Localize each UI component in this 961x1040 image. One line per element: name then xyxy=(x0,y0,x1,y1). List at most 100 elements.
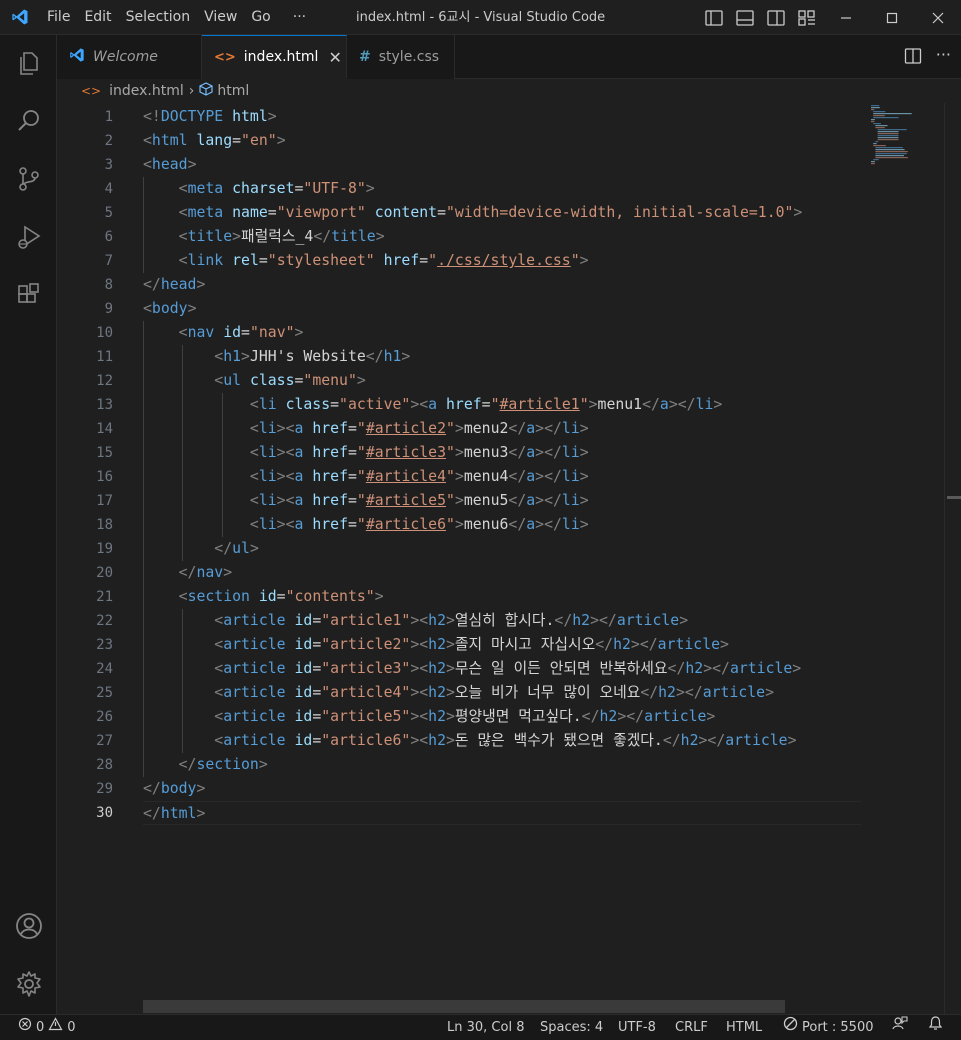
line-number: 3 xyxy=(104,157,113,173)
menu-file[interactable]: File xyxy=(40,0,77,35)
line-number: 10 xyxy=(96,325,113,341)
no-entry-icon xyxy=(783,1015,798,1040)
code-line[interactable]: <li><a href="#article6">menu6</a></li> xyxy=(143,513,861,537)
code-line[interactable]: <li><a href="#article2">menu2</a></li> xyxy=(143,417,861,441)
minimap-line xyxy=(875,149,905,151)
scroll-thumb[interactable] xyxy=(947,496,961,499)
breadcrumb-symbol[interactable]: html xyxy=(217,83,249,99)
code-line[interactable]: <li><a href="#article5">menu5</a></li> xyxy=(143,489,861,513)
line-number: 7 xyxy=(104,253,113,269)
code-line[interactable]: <body> xyxy=(143,297,861,321)
menu-edit[interactable]: Edit xyxy=(77,0,118,35)
minimap-line xyxy=(873,111,886,113)
toggle-secondary-sidebar-icon[interactable] xyxy=(766,8,786,28)
menu-go[interactable]: Go xyxy=(244,0,277,35)
code-line[interactable]: <!DOCTYPE html> xyxy=(143,105,861,129)
code-line[interactable]: <nav id="nav"> xyxy=(143,321,861,345)
indentation[interactable]: Spaces: 4 xyxy=(540,1015,603,1040)
line-number: 16 xyxy=(96,469,113,485)
minimap-line xyxy=(873,145,886,147)
source-control-icon[interactable] xyxy=(0,155,57,203)
code-editor[interactable]: 1 2 3 4 5 6 7 8 9 10 11 12 13 14 15 16 17 18 19 20 21 22 23 24 2… xyxy=(57,103,961,1014)
minimap-line xyxy=(877,131,899,133)
code-line[interactable]: <article id="article6"><h2>돈 많은 백수가 됐으면 … xyxy=(143,729,861,753)
menu-view[interactable]: View xyxy=(197,0,244,35)
notifications-bell-icon[interactable] xyxy=(928,1015,943,1031)
code-line[interactable]: <article id="article4"><h2>오늘 비가 너무 많이 오… xyxy=(143,681,861,705)
code-line[interactable]: </section> xyxy=(143,753,861,777)
code-line[interactable]: <meta name="viewport" content="width=dev… xyxy=(143,201,861,225)
code-line[interactable]: <article id="article5"><h2>평양냉면 먹고싶다.</h… xyxy=(143,705,861,729)
feedback-icon[interactable] xyxy=(892,1015,908,1031)
minimap[interactable] xyxy=(869,103,944,173)
accounts-icon[interactable] xyxy=(0,902,57,950)
code-line[interactable]: </head> xyxy=(143,273,861,297)
menu-more[interactable]: ··· xyxy=(286,0,313,35)
minimap-line xyxy=(875,151,908,153)
code-line[interactable]: <link rel="stylesheet" href="./css/style… xyxy=(143,249,861,273)
status-bar: 0 0 Ln 30, Col 8 Spaces: 4 UTF-8 CRLF HT… xyxy=(0,1014,961,1040)
code-line[interactable]: <meta charset="UTF-8"> xyxy=(143,177,861,201)
explorer-icon[interactable] xyxy=(0,39,57,87)
close-tab-icon[interactable]: ✕ xyxy=(328,48,341,67)
toggle-panel-icon[interactable] xyxy=(735,8,755,28)
menu-selection[interactable]: Selection xyxy=(119,0,198,35)
code-area[interactable]: <!DOCTYPE html> <html lang="en"> <head> <m… xyxy=(143,105,861,825)
search-icon[interactable] xyxy=(0,97,57,145)
warning-icon xyxy=(48,1015,63,1040)
line-number: 15 xyxy=(96,445,113,461)
minimap-line xyxy=(873,113,912,115)
code-line[interactable]: <head> xyxy=(143,153,861,177)
breadcrumb-file[interactable]: index.html xyxy=(109,83,184,99)
horizontal-scrollbar[interactable] xyxy=(143,1000,785,1013)
code-line[interactable]: <title>패럴럭스_4</title> xyxy=(143,225,861,249)
customize-layout-icon[interactable] xyxy=(797,8,817,28)
minimap-line xyxy=(871,121,875,123)
line-number: 2 xyxy=(104,133,113,149)
code-line[interactable]: <li class="active"><a href="#article1">m… xyxy=(143,393,861,417)
live-server-status[interactable]: Port : 5500 xyxy=(783,1015,874,1040)
more-actions-icon[interactable]: ··· xyxy=(936,47,951,69)
tab-welcome[interactable]: Welcome xyxy=(57,35,202,79)
split-editor-icon[interactable] xyxy=(904,47,922,69)
toggle-primary-sidebar-icon[interactable] xyxy=(704,8,724,28)
problems-status[interactable]: 0 0 xyxy=(18,1015,76,1040)
language-mode[interactable]: HTML xyxy=(726,1015,762,1040)
line-number: 5 xyxy=(104,205,113,221)
line-number: 22 xyxy=(96,613,113,629)
run-and-debug-icon[interactable] xyxy=(0,213,57,261)
line-number: 29 xyxy=(96,781,113,797)
encoding[interactable]: UTF-8 xyxy=(618,1015,656,1040)
code-line[interactable]: <li><a href="#article4">menu4</a></li> xyxy=(143,465,861,489)
code-line[interactable]: </ul> xyxy=(143,537,861,561)
minimap-line xyxy=(873,117,899,119)
line-number: 6 xyxy=(104,229,113,245)
code-line[interactable]: <ul class="menu"> xyxy=(143,369,861,393)
manage-gear-icon[interactable] xyxy=(0,960,57,1008)
close-window-icon[interactable] xyxy=(915,0,961,35)
code-line[interactable]: <article id="article1"><h2>열심히 합시다.</h2>… xyxy=(143,609,861,633)
code-line[interactable]: </body> xyxy=(143,777,861,801)
code-line[interactable]: <html lang="en"> xyxy=(143,129,861,153)
vertical-scrollbar[interactable] xyxy=(945,103,961,1014)
tab-style-css[interactable]: # style.css xyxy=(347,35,455,79)
maximize-icon[interactable] xyxy=(869,0,915,35)
breadcrumb-separator: › xyxy=(188,83,195,99)
error-count: 0 xyxy=(36,1020,45,1035)
line-endings[interactable]: CRLF xyxy=(675,1015,708,1040)
code-line[interactable]: <h1>JHH's Website</h1> xyxy=(143,345,861,369)
cursor-position[interactable]: Ln 30, Col 8 xyxy=(447,1015,524,1040)
extensions-icon[interactable] xyxy=(0,271,57,319)
code-line[interactable]: </nav> xyxy=(143,561,861,585)
tab-index-html[interactable]: <> index.html ✕ xyxy=(202,35,347,79)
minimap-line xyxy=(871,163,875,165)
code-line[interactable]: <article id="article3"><h2>무슨 일 이든 안되면 반… xyxy=(143,657,861,681)
line-numbers: 1 2 3 4 5 6 7 8 9 10 11 12 13 14 15 16 17 18 19 20 21 22 23 24 2… xyxy=(57,105,113,825)
code-line[interactable]: <section id="contents"> xyxy=(143,585,861,609)
code-line[interactable]: <article id="article2"><h2>졸지 마시고 자십시오</… xyxy=(143,633,861,657)
code-line[interactable]: <li><a href="#article3">menu3</a></li> xyxy=(143,441,861,465)
line-number: 27 xyxy=(96,733,113,749)
code-line[interactable]: </html> xyxy=(143,801,861,825)
error-icon xyxy=(18,1015,32,1040)
minimize-icon[interactable] xyxy=(823,0,869,35)
